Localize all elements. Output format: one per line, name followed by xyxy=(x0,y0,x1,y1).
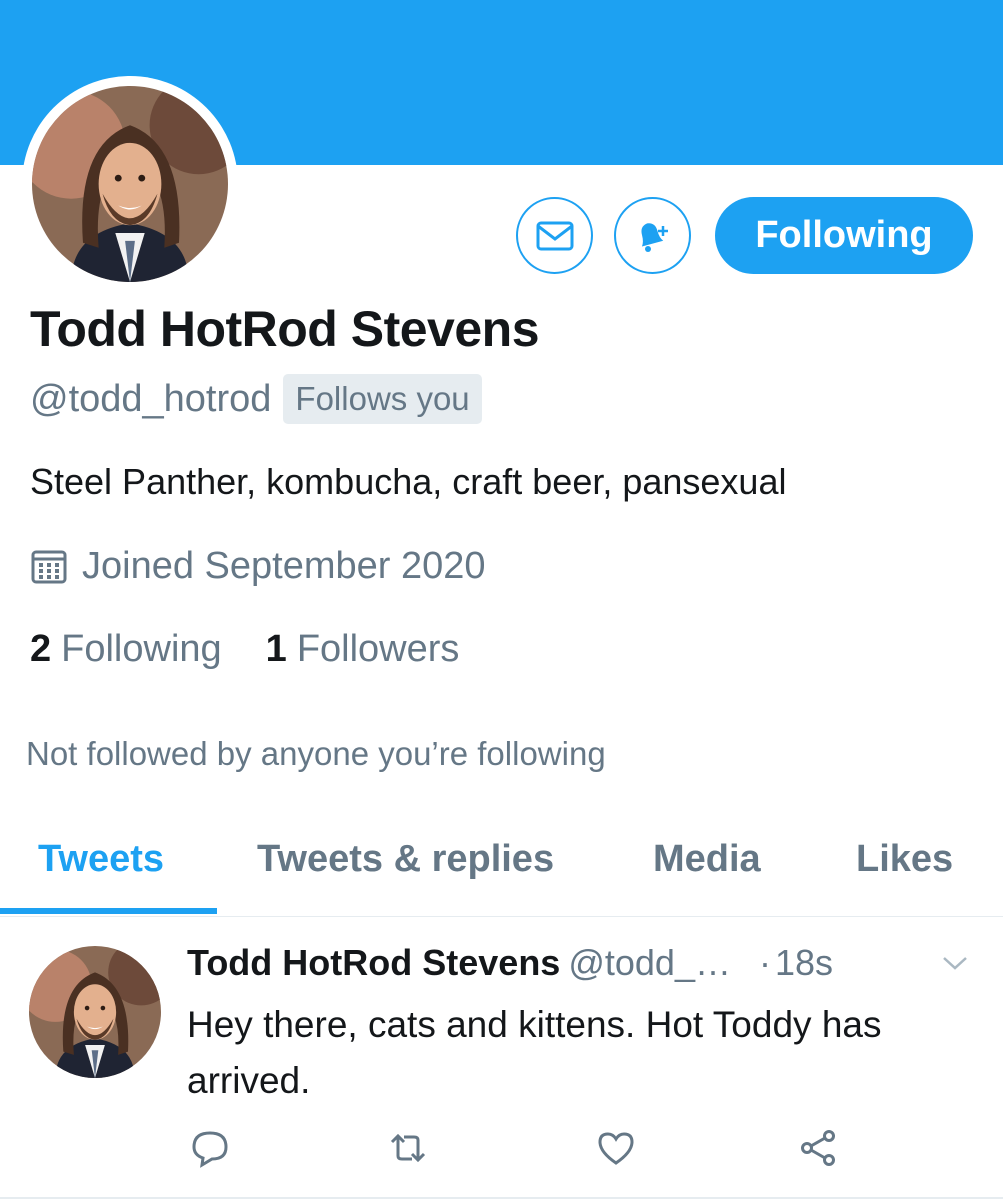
mutual-followers-note: Not followed by anyone you’re following xyxy=(26,735,606,772)
tab-likes[interactable]: Likes xyxy=(856,838,953,881)
notifications-button[interactable] xyxy=(614,197,691,274)
tweet-divider xyxy=(0,1197,1003,1199)
followers-label: Followers xyxy=(296,628,460,670)
like-icon[interactable] xyxy=(596,1128,636,1168)
tweet-text: Hey there, cats and kittens. Hot Toddy h… xyxy=(187,1004,882,1101)
message-button[interactable] xyxy=(516,197,593,274)
tweet-separator: · xyxy=(758,942,771,983)
follows-you-badge: Follows you xyxy=(283,374,482,424)
chevron-down-icon[interactable] xyxy=(940,953,970,973)
tweet-author-handle[interactable]: @todd_… xyxy=(568,942,731,983)
retweet-icon[interactable] xyxy=(388,1128,428,1168)
profile-bio: Steel Panther, kombucha, craft beer, pan… xyxy=(30,461,787,502)
calendar-icon xyxy=(31,550,67,583)
profile-tabs: Tweets Tweets & replies Media Likes xyxy=(0,828,1003,917)
followers-count: 1 xyxy=(265,628,287,670)
active-tab-indicator xyxy=(0,908,217,914)
tweet-avatar[interactable] xyxy=(29,946,161,1078)
tab-tweets-replies[interactable]: Tweets & replies xyxy=(257,838,554,881)
profile-handle: @todd_hotrod xyxy=(30,377,272,420)
following-label: Following xyxy=(61,628,222,670)
tweet-author-name[interactable]: Todd HotRod Stevens xyxy=(187,942,560,983)
bell-plus-icon xyxy=(640,222,668,252)
joined-date-row: Joined September 2020 xyxy=(30,545,486,588)
share-icon[interactable] xyxy=(798,1128,838,1168)
following-count: 2 xyxy=(30,628,52,670)
following-count-link[interactable]: 2 Following xyxy=(30,628,222,671)
following-button[interactable]: Following xyxy=(715,197,973,274)
handle-row: @todd_hotrod Follows you xyxy=(30,374,482,424)
joined-date: Joined September 2020 xyxy=(82,545,486,587)
profile-name: Todd HotRod Stevens xyxy=(30,301,540,357)
tab-media[interactable]: Media xyxy=(653,838,761,881)
follow-stats: 2 Following 1 Followers xyxy=(30,628,503,671)
envelope-icon xyxy=(536,221,573,250)
followers-count-link[interactable]: 1 Followers xyxy=(266,628,460,671)
tweet-header: Todd HotRod Stevens @todd_… · 18s xyxy=(187,942,977,984)
reply-icon[interactable] xyxy=(190,1128,230,1168)
profile-avatar[interactable] xyxy=(22,76,238,292)
tab-tweets[interactable]: Tweets xyxy=(38,838,164,881)
tweet-timestamp[interactable]: 18s xyxy=(775,942,833,983)
